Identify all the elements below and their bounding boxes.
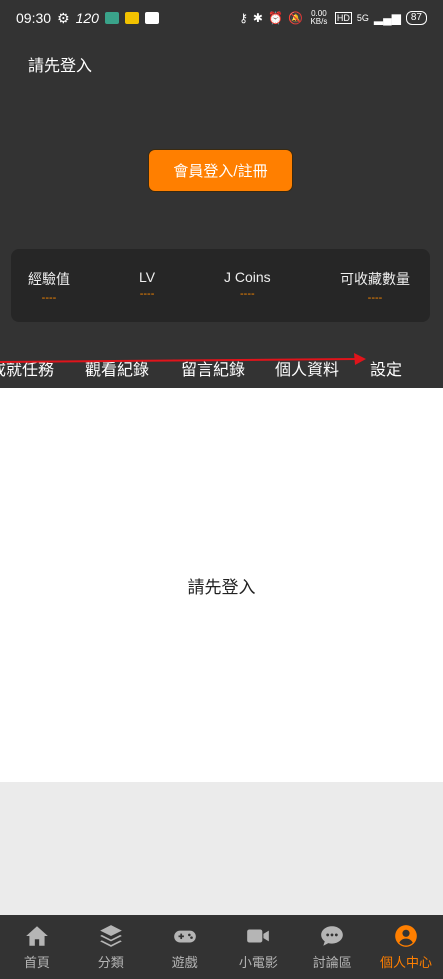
nav-forum[interactable]: 討論區 [295,915,369,979]
nav-home[interactable]: 首頁 [0,915,74,979]
gamepad-icon [173,930,196,943]
login-prompt: 請先登入 [28,58,93,75]
stat-value: ---- [240,288,255,300]
bottom-nav: 首頁 分類 遊戲 小電影 討論區 個人中心 [0,915,443,979]
nav-label: 小電影 [238,955,278,970]
stat-value: ---- [367,292,383,304]
nav-short-videos[interactable]: 小電影 [221,915,295,979]
stats-card: 經驗值 ---- LV ---- J Coins ---- 可收藏數量 ---- [11,249,430,322]
status-left: 09:30 ⚙ 120 [16,10,159,27]
nav-label: 討論區 [312,955,352,970]
profile-tabs: 成就任務 觀看紀錄 留言紀錄 個人資料 設定 [0,352,443,388]
status-bar: 09:30 ⚙ 120 ⚷ ✱ ⏰ 🔕 0.00 KB/s HD 5G ▂▄▆ … [0,0,443,36]
bluetooth-icon: ✱ [252,11,263,25]
stat-label: J Coins [224,269,271,285]
nav-label: 個人中心 [380,955,433,970]
stat-value: ---- [139,288,155,300]
layers-icon [99,925,122,947]
alarm-icon: ⏰ [267,11,283,25]
login-required-message: 請先登入 [187,577,256,597]
gear-icon: ⚙ [57,9,70,26]
data-rate: 0.00 KB/s [310,9,328,26]
nav-categories[interactable]: 分類 [74,915,148,979]
stat-collection-capacity: 可收藏數量 ---- [340,269,410,304]
nav-profile[interactable]: 個人中心 [369,915,443,979]
app-notification-icon [104,12,119,24]
nav-games[interactable]: 遊戲 [148,915,222,979]
stat-level: LV ---- [139,269,156,300]
home-icon [26,926,48,946]
stat-jcoins: J Coins ---- [224,269,271,300]
doc-notification-icon [144,12,159,24]
signal-icon: ▂▄▆ [373,11,401,25]
nav-label: 分類 [97,955,124,970]
user-circle-icon [395,925,417,947]
stat-label: LV [139,269,156,285]
stat-label: 經驗值 [28,271,70,287]
hd-icon: HD [334,12,352,24]
nav-label: 首頁 [23,955,50,970]
stat-value: ---- [41,292,57,304]
content-area: 請先登入 [0,388,443,782]
video-camera-icon [247,929,270,943]
stat-label: 可收藏數量 [340,271,410,287]
network-speed: 120 [75,10,99,26]
status-time: 09:30 [16,10,52,26]
stat-experience: 經驗值 ---- [28,269,70,304]
folder-notification-icon [124,12,139,24]
key-icon: ⚷ [239,11,248,25]
battery-icon: 87 [405,11,427,25]
mute-icon: 🔕 [287,11,303,25]
nav-label: 遊戲 [171,955,198,970]
profile-header: 請先登入 會員登入/註冊 經驗值 ---- LV ---- J Coins --… [0,36,443,388]
status-right: ⚷ ✱ ⏰ 🔕 0.00 KB/s HD 5G ▂▄▆ 87 [239,10,427,26]
chat-bubble-icon [321,926,344,946]
network-type: 5G [356,13,369,23]
login-register-button[interactable]: 會員登入/註冊 [148,149,293,192]
swipe-arrow-icon [0,353,366,365]
